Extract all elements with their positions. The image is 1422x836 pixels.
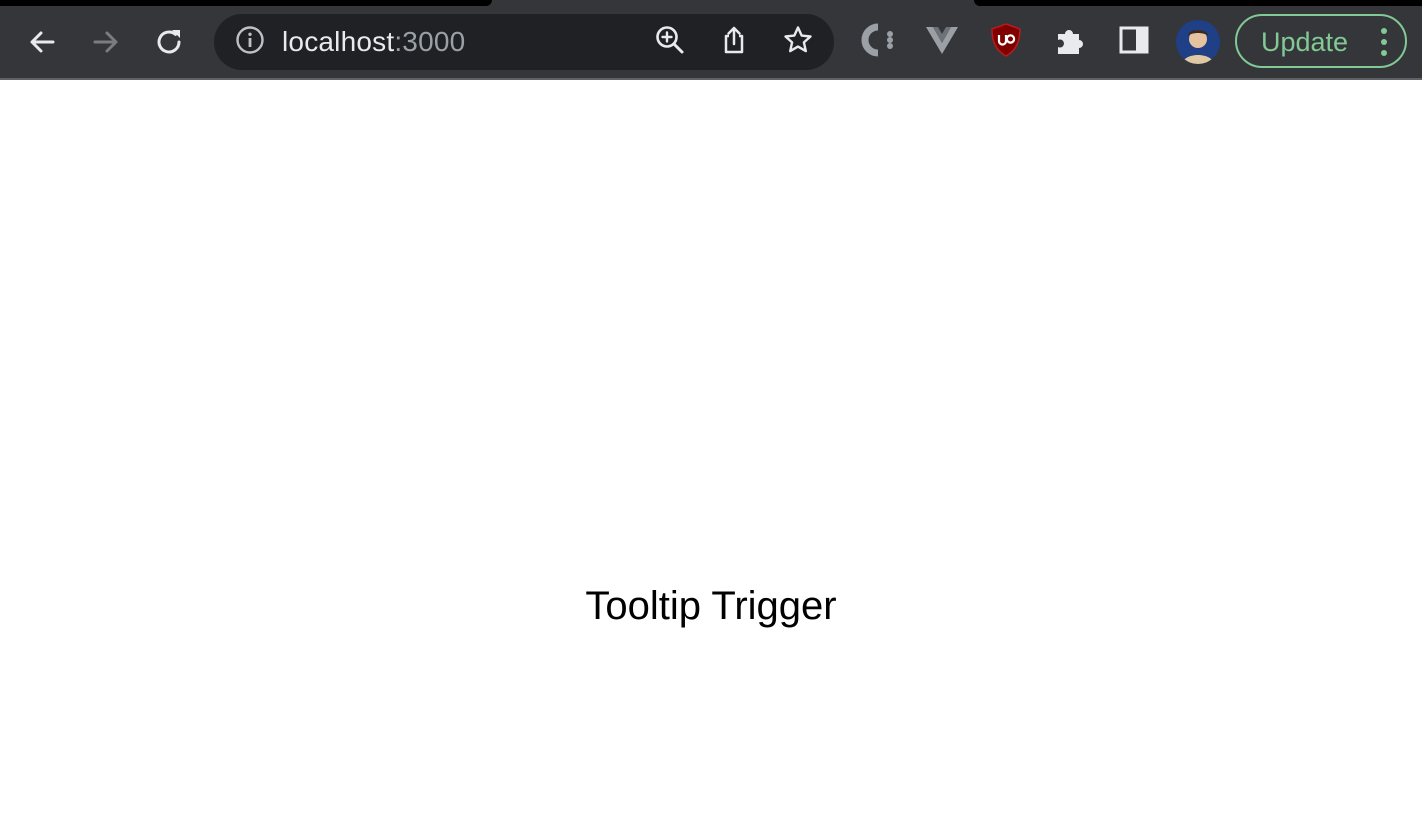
share-icon bbox=[718, 24, 750, 61]
inactive-tab-area-left[interactable] bbox=[0, 0, 492, 6]
reload-button[interactable] bbox=[148, 20, 192, 64]
vue-devtools-icon bbox=[924, 22, 960, 63]
back-arrow-icon bbox=[26, 26, 58, 58]
tooltip-trigger[interactable]: Tooltip Trigger bbox=[0, 583, 1422, 629]
profile-avatar[interactable] bbox=[1176, 20, 1220, 64]
info-icon bbox=[235, 25, 265, 60]
vue-devtools-extension-button[interactable] bbox=[920, 20, 964, 64]
update-button[interactable]: Update bbox=[1235, 14, 1407, 68]
side-panel-icon bbox=[1119, 25, 1149, 60]
forward-arrow-icon bbox=[90, 26, 122, 58]
zoom-in-icon bbox=[654, 24, 686, 61]
extensions-menu-button[interactable] bbox=[1048, 20, 1092, 64]
browser-window: localhost:3000 Update Tooltip Trigger bbox=[0, 0, 1422, 836]
ublock-origin-icon bbox=[989, 22, 1023, 63]
url-port: :3000 bbox=[394, 26, 466, 57]
puzzle-piece-icon bbox=[1053, 23, 1087, 62]
back-button[interactable] bbox=[20, 20, 64, 64]
inactive-tab-area-right[interactable] bbox=[974, 0, 1422, 6]
site-info-button[interactable] bbox=[234, 25, 266, 60]
colorzilla-extension-button[interactable] bbox=[856, 20, 900, 64]
colorzilla-extension-icon bbox=[860, 22, 896, 63]
url-text[interactable]: localhost:3000 bbox=[282, 25, 465, 59]
browser-toolbar: localhost:3000 Update bbox=[0, 0, 1422, 80]
share-button[interactable] bbox=[716, 24, 752, 60]
side-panel-button[interactable] bbox=[1112, 20, 1156, 64]
bookmark-button[interactable] bbox=[780, 24, 816, 60]
reload-icon bbox=[154, 26, 186, 58]
update-button-label: Update bbox=[1261, 27, 1349, 57]
page-content: Tooltip Trigger bbox=[0, 80, 1422, 836]
zoom-button[interactable] bbox=[652, 24, 688, 60]
ublock-origin-extension-button[interactable] bbox=[984, 20, 1028, 64]
star-icon bbox=[782, 24, 814, 61]
forward-button[interactable] bbox=[84, 20, 128, 64]
url-host: localhost bbox=[282, 26, 395, 57]
address-bar[interactable]: localhost:3000 bbox=[214, 14, 834, 70]
kebab-menu-icon[interactable] bbox=[1377, 26, 1391, 58]
